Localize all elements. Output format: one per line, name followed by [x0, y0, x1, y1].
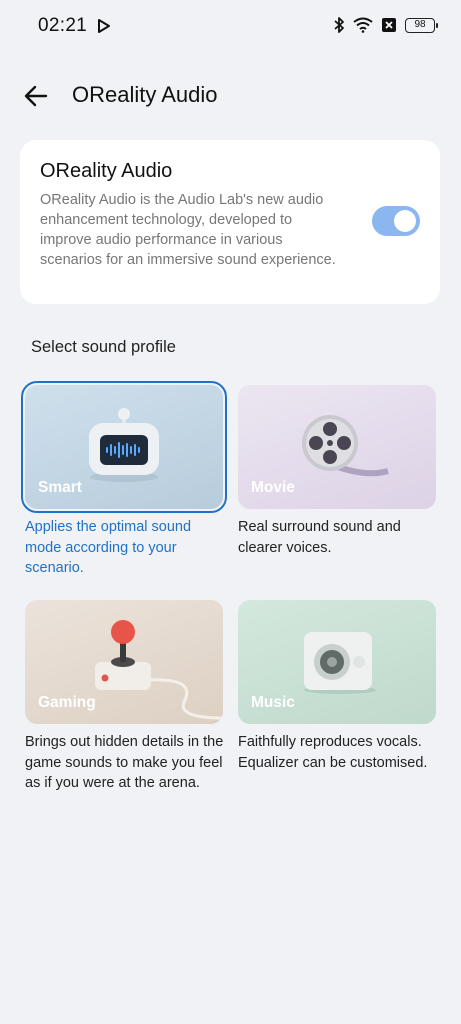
- status-bar: 02:21 98: [0, 0, 461, 52]
- status-time: 02:21: [38, 15, 88, 36]
- profile-description: Applies the optimal sound mode according…: [25, 519, 192, 576]
- sim-off-icon: [382, 18, 396, 32]
- battery-icon: 98: [405, 17, 438, 33]
- profile-description: Brings out hidden details in the game so…: [25, 734, 224, 791]
- profile-description: Real surround sound and clearer voices.: [238, 519, 401, 556]
- profile-smart-image: Smart: [21, 381, 227, 513]
- wifi-icon: [353, 17, 373, 33]
- feature-description: OReality Audio is the Audio Lab's new au…: [40, 192, 336, 268]
- page-title: OReality Audio: [72, 82, 218, 107]
- profile-music-image: Music: [238, 600, 436, 724]
- status-icons: 98: [333, 16, 438, 34]
- toggle-knob: [394, 210, 416, 232]
- profile-name: Gaming: [38, 694, 96, 711]
- profile-name: Smart: [38, 479, 82, 496]
- profile-movie[interactable]: Movie Real surround sound and clearer vo…: [238, 385, 438, 558]
- feature-title: OReality Audio: [40, 160, 173, 182]
- bluetooth-icon: [334, 17, 344, 33]
- section-label: Select sound profile: [31, 338, 176, 356]
- play-store-icon: [98, 19, 110, 33]
- profile-smart[interactable]: Smart Applies the optimal sound mode acc…: [21, 381, 227, 579]
- profile-gaming[interactable]: Gaming Brings out hidden details in the …: [25, 600, 225, 794]
- profile-gaming-image: Gaming: [25, 600, 223, 724]
- arrow-left-icon[interactable]: [20, 80, 52, 112]
- profile-description: Faithfully reproduces vocals. Equalizer …: [238, 734, 428, 771]
- profile-music[interactable]: Music Faithfully reproduces vocals. Equa…: [238, 600, 438, 773]
- profile-name: Music: [251, 694, 295, 711]
- feature-card: OReality Audio OReality Audio is the Aud…: [20, 140, 440, 304]
- oreality-audio-toggle[interactable]: [372, 206, 420, 236]
- profile-movie-image: Movie: [238, 385, 436, 509]
- header: OReality Audio: [0, 76, 461, 116]
- profile-name: Movie: [251, 479, 295, 496]
